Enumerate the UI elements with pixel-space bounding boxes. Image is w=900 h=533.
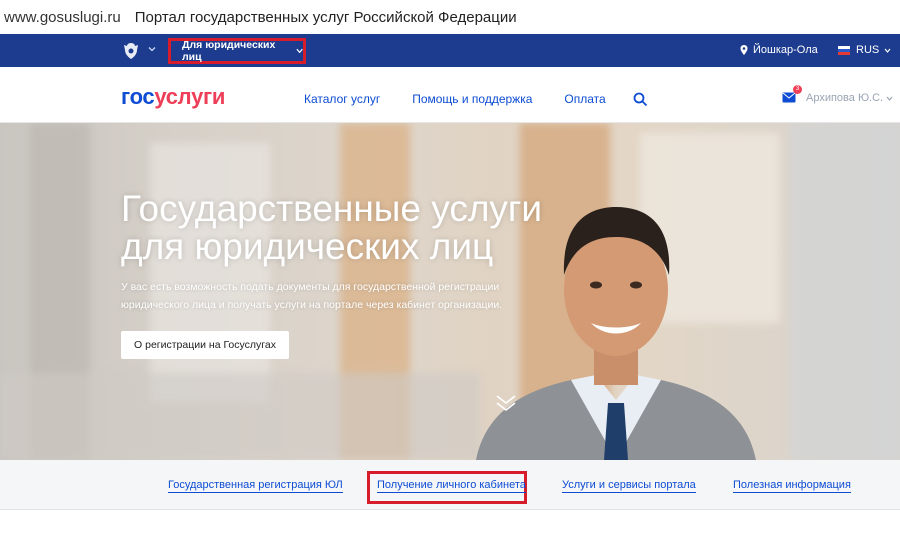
chevron-down-icon — [884, 48, 891, 53]
audience-selector[interactable]: Для юридических лиц — [168, 38, 306, 64]
nav-catalog[interactable]: Каталог услуг — [304, 92, 380, 106]
main-nav: Каталог услуг Помощь и поддержка Оплата — [304, 92, 638, 106]
site-header: госуслуги Каталог услуг Помощь и поддерж… — [0, 67, 900, 123]
chevron-down-icon — [296, 48, 303, 54]
mail-count-badge: 3 — [793, 85, 802, 94]
tab-useful-info[interactable]: Полезная информация — [733, 479, 851, 493]
location-selector[interactable]: Йошкар-Ола — [740, 44, 818, 56]
tab-state-registration[interactable]: Государственная регистрация ЮЛ — [168, 479, 343, 493]
browser-url[interactable]: www.gosuslugi.ru — [4, 9, 121, 26]
chevron-down-icon[interactable] — [148, 45, 156, 53]
tab-personal-account[interactable]: Получение личного кабинета — [377, 479, 526, 493]
language-label: RUS — [856, 44, 880, 56]
search-icon[interactable] — [633, 92, 648, 107]
hero-banner: Государственные услуги для юридических л… — [0, 123, 900, 460]
browser-page-title: Портал государственных услуг Российской … — [134, 8, 517, 26]
language-selector[interactable]: RUS — [838, 44, 891, 56]
double-chevron-down-icon[interactable] — [495, 393, 517, 413]
nav-payment[interactable]: Оплата — [564, 92, 605, 106]
audience-label: Для юридических лиц — [182, 39, 276, 63]
section-tabs: Государственная регистрация ЮЛ Получение… — [0, 460, 900, 510]
russian-flag-icon — [838, 45, 850, 55]
logo-part-uslugi: услуги — [154, 84, 226, 109]
user-name: Архипова Ю.С. — [806, 92, 884, 104]
nav-help[interactable]: Помощь и поддержка — [412, 92, 532, 106]
hero-subtitle: У вас есть возможность подать документы … — [121, 281, 503, 311]
user-menu[interactable]: Архипова Ю.С. — [806, 92, 893, 104]
browser-title-bar: www.gosuslugi.ru Портал государственных … — [0, 0, 900, 34]
coat-of-arms-icon[interactable] — [121, 41, 141, 61]
page-content-area — [0, 510, 900, 533]
mail-icon[interactable] — [782, 92, 796, 103]
top-bar: Для юридических лиц Йошкар-Ола RUS — [0, 34, 900, 67]
tab-portal-services[interactable]: Услуги и сервисы портала — [562, 479, 696, 493]
gosuslugi-logo[interactable]: госуслуги — [121, 84, 225, 110]
logo-part-gos: гос — [121, 84, 155, 109]
location-label: Йошкар-Ола — [753, 44, 818, 56]
registration-info-button[interactable]: О регистрации на Госуслугах — [121, 331, 289, 359]
hero-title: Государственные услуги для юридических л… — [121, 188, 543, 267]
location-pin-icon — [740, 45, 748, 55]
chevron-down-icon — [886, 96, 893, 101]
